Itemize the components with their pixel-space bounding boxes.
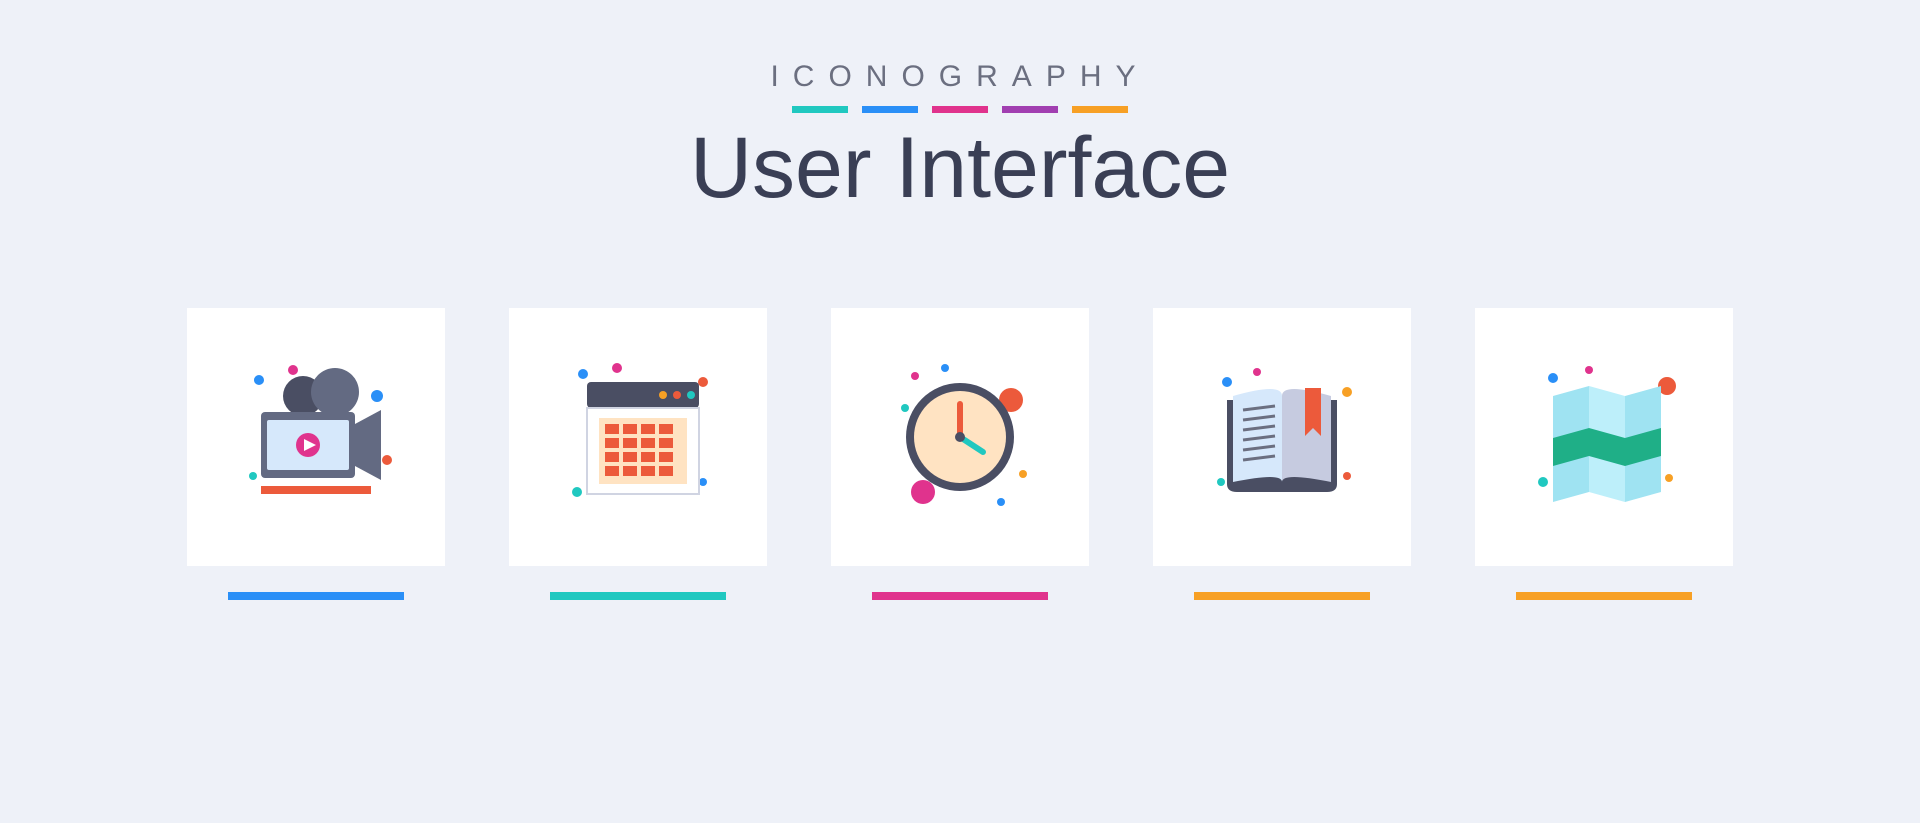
page-title: User Interface	[690, 119, 1230, 218]
card-underline	[228, 592, 404, 600]
accent-bar	[1072, 106, 1128, 113]
icon-tile	[831, 308, 1089, 566]
card-underline	[550, 592, 726, 600]
calendar-window-icon	[553, 352, 723, 522]
icon-tile	[1153, 308, 1411, 566]
card-underline	[1194, 592, 1370, 600]
accent-bar	[862, 106, 918, 113]
icon-card	[831, 308, 1089, 600]
clock-icon	[875, 352, 1045, 522]
header: ICONOGRAPHY User Interface	[690, 60, 1230, 218]
accent-bar	[792, 106, 848, 113]
icon-tile	[509, 308, 767, 566]
icon-tile	[1475, 308, 1733, 566]
accent-bar	[1002, 106, 1058, 113]
card-underline	[1516, 592, 1692, 600]
icon-card	[1475, 308, 1733, 600]
icon-card	[509, 308, 767, 600]
icon-card-row	[0, 308, 1920, 600]
card-underline	[872, 592, 1048, 600]
open-book-icon	[1197, 352, 1367, 522]
accent-bar	[932, 106, 988, 113]
icon-card	[187, 308, 445, 600]
icon-tile	[187, 308, 445, 566]
map-icon	[1519, 352, 1689, 522]
eyebrow-text: ICONOGRAPHY	[690, 60, 1230, 94]
accent-bars	[690, 106, 1230, 113]
icon-card	[1153, 308, 1411, 600]
video-camera-icon	[231, 352, 401, 522]
